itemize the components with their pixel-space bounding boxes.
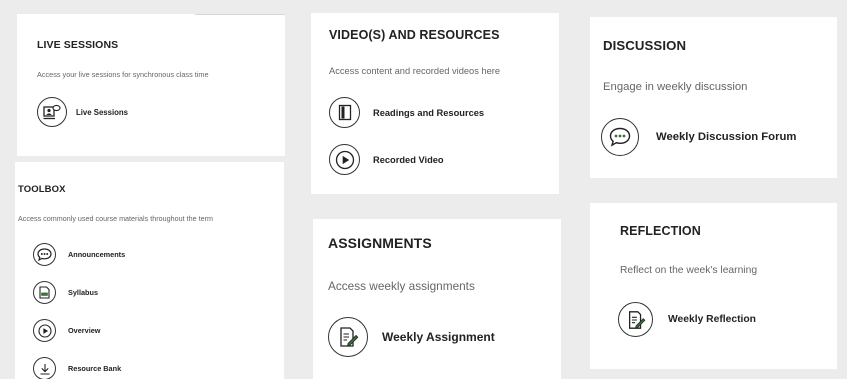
toolbox-card: TOOLBOX Access commonly used course mate… bbox=[15, 162, 284, 379]
syllabus-link[interactable]: Syllabus bbox=[33, 281, 98, 304]
play-icon bbox=[329, 144, 360, 175]
toolbox-title: TOOLBOX bbox=[18, 184, 66, 195]
readings-resources-label: Readings and Resources bbox=[373, 107, 485, 118]
recorded-video-label: Recorded Video bbox=[373, 154, 444, 165]
edit-document-icon bbox=[618, 302, 653, 337]
book-icon bbox=[329, 97, 360, 128]
live-sessions-link-label: Live Sessions bbox=[76, 107, 129, 117]
live-sessions-card: LIVE SESSIONS Access your live sessions … bbox=[17, 14, 285, 156]
play-icon bbox=[33, 319, 56, 342]
resource-bank-link[interactable]: Resource Bank bbox=[33, 357, 121, 379]
live-sessions-link[interactable]: Live Sessions bbox=[37, 97, 128, 127]
overview-link[interactable]: Overview bbox=[33, 319, 100, 342]
live-sessions-title: LIVE SESSIONS bbox=[37, 39, 119, 51]
assignments-card: ASSIGNMENTS Access weekly assignments We… bbox=[313, 219, 561, 379]
weekly-assignment-label: Weekly Assignment bbox=[382, 330, 495, 344]
chat-bubble-icon bbox=[601, 118, 639, 156]
announcements-label: Announcements bbox=[68, 250, 126, 259]
discussion-title: DISCUSSION bbox=[603, 38, 687, 53]
recorded-video-link[interactable]: Recorded Video bbox=[329, 144, 444, 175]
live-sessions-description: Access your live sessions for synchronou… bbox=[37, 70, 209, 79]
download-icon bbox=[33, 357, 56, 379]
edit-document-icon bbox=[328, 317, 368, 357]
assignments-title: ASSIGNMENTS bbox=[328, 235, 432, 251]
weekly-assignment-link[interactable]: Weekly Assignment bbox=[328, 317, 495, 357]
discussion-card: DISCUSSION Engage in weekly discussion W… bbox=[590, 17, 837, 178]
reflection-card: REFLECTION Reflect on the week's learnin… bbox=[590, 203, 837, 369]
weekly-reflection-label: Weekly Reflection bbox=[668, 314, 756, 325]
weekly-discussion-forum-label: Weekly Discussion Forum bbox=[656, 131, 797, 143]
live-session-icon bbox=[37, 97, 67, 127]
card-divider bbox=[195, 14, 285, 15]
reflection-description: Reflect on the week's learning bbox=[620, 265, 758, 276]
syllabus-label: Syllabus bbox=[68, 288, 99, 297]
videos-description: Access content and recorded videos here bbox=[329, 66, 501, 76]
videos-resources-card: VIDEO(S) AND RESOURCES Access content an… bbox=[311, 13, 559, 194]
assignments-description: Access weekly assignments bbox=[328, 279, 475, 293]
page-edge bbox=[0, 160, 8, 379]
resource-bank-label: Resource Bank bbox=[68, 364, 122, 373]
weekly-reflection-link[interactable]: Weekly Reflection bbox=[618, 302, 756, 337]
syllabus-icon bbox=[33, 281, 56, 304]
discussion-description: Engage in weekly discussion bbox=[603, 81, 748, 93]
videos-title: VIDEO(S) AND RESOURCES bbox=[329, 28, 500, 42]
toolbox-description: Access commonly used course materials th… bbox=[18, 214, 213, 223]
weekly-discussion-forum-link[interactable]: Weekly Discussion Forum bbox=[601, 118, 796, 156]
overview-label: Overview bbox=[68, 326, 101, 335]
readings-resources-link[interactable]: Readings and Resources bbox=[329, 97, 484, 128]
reflection-title: REFLECTION bbox=[620, 224, 701, 238]
chat-bubble-icon bbox=[33, 243, 56, 266]
announcements-link[interactable]: Announcements bbox=[33, 243, 125, 266]
